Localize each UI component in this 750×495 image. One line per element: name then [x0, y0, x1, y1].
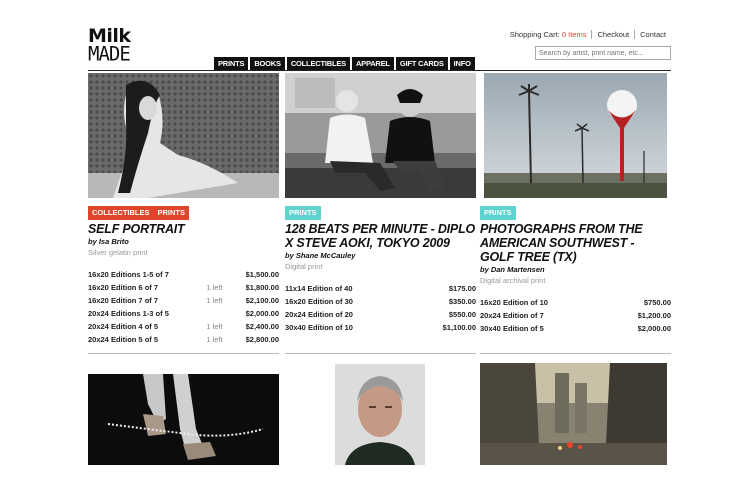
product-divider	[480, 353, 671, 354]
edition-row[interactable]: 20x24 Edition of 20 $550.00	[285, 308, 476, 321]
tag-collectibles[interactable]: COLLECTIBLES	[88, 206, 154, 220]
edition-remaining	[206, 307, 230, 320]
product-divider	[88, 353, 279, 354]
product-card-self-portrait: COLLECTIBLES PRINTS SELF PORTRAIT by Isa…	[88, 206, 279, 346]
product-type: Silver gelatin print	[88, 248, 148, 257]
edition-price: $1,200.00	[637, 311, 671, 320]
product-card-golf-tree: PRINTS PHOTOGRAPHS FROM THE AMERICAN SOU…	[480, 206, 671, 335]
edition-row[interactable]: 16x20 Edition of 30 $350.00	[285, 295, 476, 308]
edition-row[interactable]: 20x24 Edition 4 of 5 1 left $2,400.00	[88, 320, 279, 333]
nav-info[interactable]: INFO	[449, 57, 475, 71]
nav-prints[interactable]: PRINTS	[214, 57, 249, 71]
product-image-portrait[interactable]	[335, 364, 425, 465]
product-tags: PRINTS	[285, 206, 476, 220]
edition-row[interactable]: 16x20 Edition 7 of 7 1 left $2,100.00	[88, 294, 279, 307]
edition-row[interactable]: 20x24 Edition 5 of 5 1 left $2,800.00	[88, 333, 279, 346]
nav-books[interactable]: BOOKS	[250, 57, 285, 71]
edition-name: 20x24 Edition of 20	[285, 310, 353, 319]
product-artist[interactable]: by Shane McCauley	[285, 251, 476, 260]
nav-apparel[interactable]: APPAREL	[351, 57, 394, 71]
edition-price: $350.00	[448, 297, 476, 306]
product-divider	[285, 353, 476, 354]
edition-table: 16x20 Editions 1-5 of 7 $1,500.00 16x20 E…	[88, 268, 279, 346]
edition-price: $2,800.00	[245, 335, 279, 344]
logo-line-2: MADE	[88, 42, 131, 66]
edition-row[interactable]: 20x24 Editions 1-3 of 5 $2,000.00	[88, 307, 279, 320]
shopping-cart-link[interactable]: Shopping Cart: 0 Items	[505, 30, 592, 39]
edition-remaining: 1 left	[206, 335, 223, 344]
nav-collectibles[interactable]: COLLECTIBLES	[286, 57, 350, 71]
tag-prints[interactable]: PRINTS	[480, 206, 516, 220]
edition-price: $750.00	[643, 298, 671, 307]
edition-name: 16x20 Edition 6 of 7	[88, 283, 159, 292]
edition-row[interactable]: 30x40 Edition of 10 $1,100.00	[285, 321, 476, 334]
product-card-128-beats: PRINTS 128 BEATS PER MINUTE - DIPLO X ST…	[285, 206, 476, 334]
header-links: Shopping Cart: 0 Items Checkout Contact	[505, 30, 671, 39]
product-type: Digital archival print	[480, 276, 546, 285]
edition-name: 20x24 Editions 1-3 of 5	[88, 309, 169, 318]
edition-row[interactable]: 20x24 Edition of 7 $1,200.00	[480, 309, 671, 322]
checkout-link[interactable]: Checkout	[591, 30, 634, 39]
main-nav: PRINTS BOOKS COLLECTIBLES APPAREL GIFT C…	[214, 57, 475, 71]
edition-price: $2,000.00	[637, 324, 671, 333]
product-image-self-portrait[interactable]	[88, 73, 279, 198]
product-artist[interactable]: by Dan Martensen	[480, 265, 671, 274]
product-tags: COLLECTIBLES PRINTS	[88, 206, 279, 220]
product-title[interactable]: PHOTOGRAPHS FROM THE AMERICAN SOUTHWEST …	[480, 222, 671, 264]
edition-price: $2,000.00	[245, 309, 279, 318]
edition-name: 16x20 Edition 7 of 7	[88, 296, 159, 305]
edition-table: 11x14 Edition of 40 $175.00 16x20 Edition…	[285, 282, 476, 334]
product-type: Digital print	[285, 262, 323, 271]
cart-label: Shopping Cart:	[509, 30, 560, 39]
product-image-city-street[interactable]	[480, 363, 667, 465]
edition-row[interactable]: 16x20 Edition of 10 $750.00	[480, 296, 671, 309]
edition-row[interactable]: 16x20 Edition 6 of 7 1 left $1,800.00	[88, 281, 279, 294]
product-artist[interactable]: by Isa Brito	[88, 237, 279, 246]
cart-count: 0 Items	[561, 30, 587, 39]
search-input[interactable]	[535, 46, 671, 60]
product-title[interactable]: 128 BEATS PER MINUTE - DIPLO X STEVE AOK…	[285, 222, 476, 250]
edition-remaining: 1 left	[206, 283, 223, 292]
edition-name: 30x40 Edition of 10	[285, 323, 353, 332]
edition-name: 20x24 Edition 4 of 5	[88, 322, 159, 331]
product-image-legs[interactable]	[88, 374, 279, 465]
edition-name: 11x14 Edition of 40	[285, 284, 353, 293]
product-tags: PRINTS	[480, 206, 671, 220]
edition-price: $1,100.00	[442, 323, 476, 332]
edition-remaining	[206, 268, 230, 281]
edition-price: $1,500.00	[245, 270, 279, 279]
edition-row[interactable]: 30x40 Edition of 5 $2,000.00	[480, 322, 671, 335]
edition-row[interactable]: 11x14 Edition of 40 $175.00	[285, 282, 476, 295]
edition-table: 16x20 Edition of 10 $750.00 20x24 Edition…	[480, 296, 671, 335]
edition-remaining: 1 left	[206, 296, 223, 305]
edition-name: 16x20 Edition of 30	[285, 297, 353, 306]
tag-prints[interactable]: PRINTS	[285, 206, 321, 220]
edition-price: $1,800.00	[245, 283, 279, 292]
milkmade-logo[interactable]: Milk MADE	[88, 27, 140, 64]
product-title[interactable]: SELF PORTRAIT	[88, 222, 279, 236]
edition-row[interactable]: 16x20 Editions 1-5 of 7 $1,500.00	[88, 268, 279, 281]
edition-price: $175.00	[448, 284, 476, 293]
product-image-128-beats[interactable]	[285, 73, 476, 198]
edition-name: 20x24 Edition of 7	[480, 311, 544, 320]
edition-name: 20x24 Edition 5 of 5	[88, 335, 159, 344]
edition-price: $550.00	[448, 310, 476, 319]
nav-gift-cards[interactable]: GIFT CARDS	[395, 57, 448, 71]
edition-name: 16x20 Editions 1-5 of 7	[88, 270, 169, 279]
tag-prints[interactable]: PRINTS	[153, 206, 190, 220]
edition-remaining: 1 left	[206, 322, 223, 331]
contact-link[interactable]: Contact	[634, 30, 671, 39]
edition-price: $2,400.00	[245, 322, 279, 331]
edition-price: $2,100.00	[245, 296, 279, 305]
nav-divider	[88, 70, 671, 71]
edition-name: 16x20 Edition of 10	[480, 298, 548, 307]
edition-name: 30x40 Edition of 5	[480, 324, 544, 333]
product-image-golf-tree[interactable]	[484, 73, 667, 198]
